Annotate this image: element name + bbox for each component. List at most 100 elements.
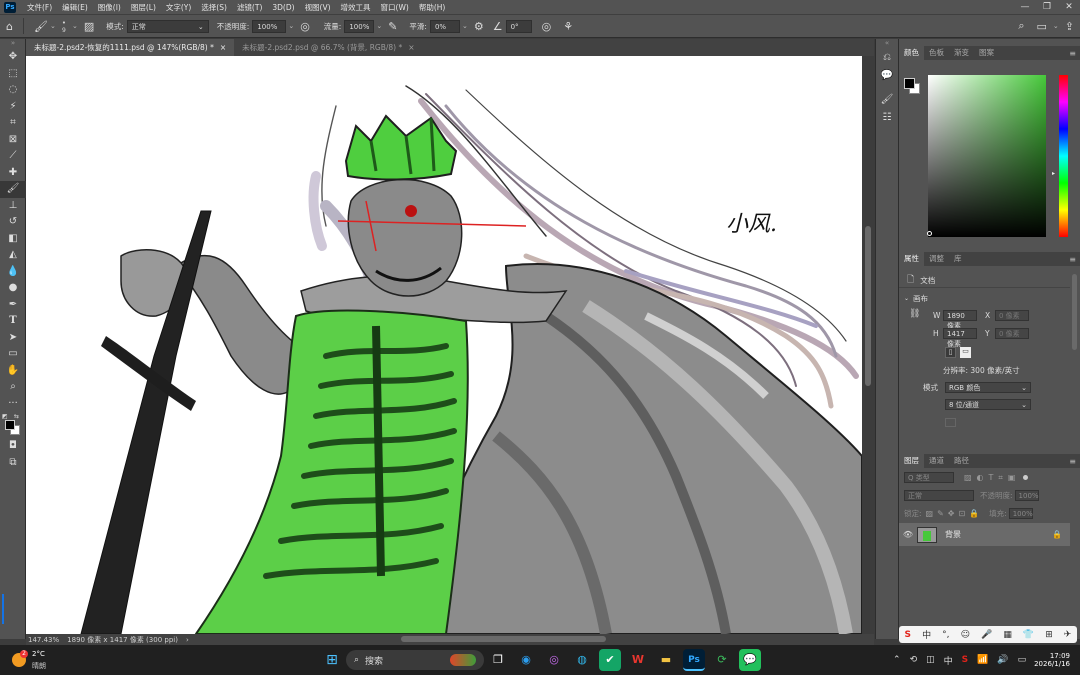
emoji-icon[interactable]: ☺: [961, 630, 970, 640]
brush-tool-icon[interactable]: 🖌: [0, 181, 26, 198]
keyboard-icon[interactable]: ▦: [1003, 630, 1012, 640]
brush-tool-icon[interactable]: 🖌: [34, 20, 48, 33]
wifi-icon[interactable]: 📶: [977, 655, 988, 665]
bit-depth-select[interactable]: 8 位/通道 ⌄: [945, 399, 1031, 410]
tray-ime-lang[interactable]: 中: [944, 654, 953, 667]
close-icon[interactable]: ×: [408, 43, 414, 52]
brush-settings-icon[interactable]: ▨: [84, 20, 94, 33]
minimize-button[interactable]: —: [1014, 0, 1036, 14]
tray-chevron-icon[interactable]: ⌃: [893, 655, 901, 665]
adjustments-icon[interactable]: ☷: [876, 109, 898, 127]
menu-filter[interactable]: 滤镜(T): [232, 2, 267, 13]
chevron-down-icon[interactable]: ⌄: [1053, 22, 1059, 30]
ime-lang-toggle[interactable]: 中: [922, 628, 931, 641]
skin-icon[interactable]: 👕: [1023, 630, 1034, 640]
tab-document-1[interactable]: 未标题-2.psd2-恢复的1111.psd @ 147%(RGB/8) * ×: [26, 39, 235, 56]
brush-preset-picker[interactable]: • 9: [62, 19, 66, 34]
toolbox-icon[interactable]: ⊞: [1045, 630, 1053, 640]
wps-icon[interactable]: W: [627, 649, 649, 671]
height-input[interactable]: 1417 像素: [943, 328, 977, 348]
screen-mode-icon[interactable]: ⧉: [0, 455, 26, 472]
zoom-level[interactable]: 147.43%: [28, 636, 59, 644]
canvas-section-header[interactable]: ⌄ 画布: [904, 293, 928, 304]
zoom-tool-icon[interactable]: ⌕: [0, 379, 26, 396]
layer-name[interactable]: 背景: [945, 529, 961, 540]
chevron-down-icon[interactable]: ⌄: [376, 22, 382, 30]
eye-icon[interactable]: 👁: [899, 530, 917, 539]
menu-type[interactable]: 文字(Y): [161, 2, 196, 13]
more-tools-icon[interactable]: ···: [0, 396, 26, 413]
color-mode-select[interactable]: RGB 颜色 ⌄: [945, 382, 1031, 393]
close-window-button[interactable]: ✕: [1058, 0, 1080, 14]
collapse-icon[interactable]: «: [876, 39, 898, 49]
tray-display-icon[interactable]: ◫: [926, 655, 935, 665]
rectangle-tool-icon[interactable]: ▭: [0, 346, 26, 363]
sync-app-icon[interactable]: ⟳: [711, 649, 733, 671]
tray-app-icon[interactable]: ⟲: [910, 655, 918, 665]
frame-tool-icon[interactable]: ⊠: [0, 132, 26, 149]
microphone-icon[interactable]: 🎤: [981, 630, 992, 640]
airbrush-icon[interactable]: ✎: [388, 20, 397, 33]
link-icon[interactable]: ⛓: [909, 309, 920, 319]
mode-select[interactable]: 正常 ⌄: [126, 19, 209, 33]
share-icon[interactable]: ⇪: [1065, 20, 1074, 33]
angle-input[interactable]: 0°: [505, 19, 532, 33]
crop-tool-icon[interactable]: ⌗: [0, 115, 26, 132]
punctuation-icon[interactable]: °,: [942, 630, 949, 640]
panel-menu-icon[interactable]: ≡: [1069, 49, 1076, 58]
symmetry-icon[interactable]: ⚘: [563, 20, 573, 33]
battery-icon[interactable]: ▭: [1018, 655, 1027, 665]
lock-icons[interactable]: ▨✎✥⊡🔒: [926, 509, 984, 518]
landscape-icon[interactable]: ▭: [960, 347, 971, 358]
tray-sogou-icon[interactable]: S: [962, 655, 968, 665]
blend-mode-select[interactable]: 正常: [904, 490, 974, 501]
weather-widget[interactable]: 2 2°C 晴朗: [0, 645, 60, 675]
chevron-down-icon[interactable]: ⌄: [462, 22, 468, 30]
y-input[interactable]: 0 像素: [995, 328, 1029, 339]
fill-input[interactable]: 100%: [1008, 508, 1033, 519]
app-green-icon[interactable]: ✔: [599, 649, 621, 671]
pressure-opacity-icon[interactable]: ◎: [300, 20, 310, 33]
collapse-icon[interactable]: »: [0, 39, 26, 49]
layer-opacity-input[interactable]: 100%: [1014, 490, 1039, 501]
layer-filter-icons[interactable]: ▨◐T⌗▣: [964, 473, 1021, 483]
swap-colors-icon[interactable]: ⇆: [14, 413, 19, 420]
tab-layers[interactable]: 图层: [899, 454, 924, 468]
photoshop-taskbar-icon[interactable]: Ps: [683, 649, 705, 671]
workspace-icon[interactable]: ▭: [1037, 20, 1047, 33]
menu-layer[interactable]: 图层(L): [126, 2, 161, 13]
color-swatches[interactable]: ◩ ⇆: [0, 412, 26, 438]
tab-paths[interactable]: 路径: [949, 454, 974, 468]
comment-icon[interactable]: 💬: [876, 67, 898, 85]
tab-document-2[interactable]: 未标题-2.psd2.psd @ 66.7% (背景, RGB/8) * ×: [234, 39, 422, 56]
filter-toggle-icon[interactable]: [1022, 475, 1028, 480]
hue-slider[interactable]: [1059, 75, 1068, 237]
tab-properties[interactable]: 属性: [899, 252, 924, 266]
start-icon[interactable]: ⊞: [321, 649, 343, 671]
properties-scrollbar[interactable]: [1072, 274, 1077, 350]
healing-brush-tool-icon[interactable]: ✚: [0, 165, 26, 182]
clone-stamp-tool-icon[interactable]: ⊥: [0, 198, 26, 215]
menu-file[interactable]: 文件(F): [22, 2, 57, 13]
file-explorer-icon[interactable]: ▬: [655, 649, 677, 671]
tab-libraries[interactable]: 库: [949, 252, 967, 266]
tab-gradients[interactable]: 渐变: [949, 46, 974, 60]
tab-patterns[interactable]: 图案: [974, 46, 999, 60]
opacity-input[interactable]: 100%: [252, 19, 287, 33]
scroll-thumb[interactable]: [865, 226, 871, 386]
panel-menu-icon[interactable]: ≡: [1069, 255, 1076, 264]
restore-button[interactable]: ❐: [1036, 0, 1058, 14]
width-input[interactable]: 1890 像素: [943, 310, 977, 330]
type-tool-icon[interactable]: T: [0, 313, 26, 330]
menu-plugins[interactable]: 增效工具: [336, 2, 376, 13]
home-icon[interactable]: ⌂: [6, 20, 13, 33]
status-arrow-icon[interactable]: ›: [186, 636, 189, 644]
browser-icon[interactable]: ◎: [543, 649, 565, 671]
horizontal-scroll-thumb[interactable]: [401, 636, 606, 642]
menu-edit[interactable]: 编辑(E): [57, 2, 93, 13]
foreground-color-swatch[interactable]: [5, 420, 15, 430]
default-colors-icon[interactable]: ◩: [2, 413, 8, 420]
pressure-size-icon[interactable]: ◎: [542, 20, 552, 33]
chevron-down-icon[interactable]: ⌄: [72, 22, 78, 30]
flow-input[interactable]: 100%: [344, 19, 375, 33]
